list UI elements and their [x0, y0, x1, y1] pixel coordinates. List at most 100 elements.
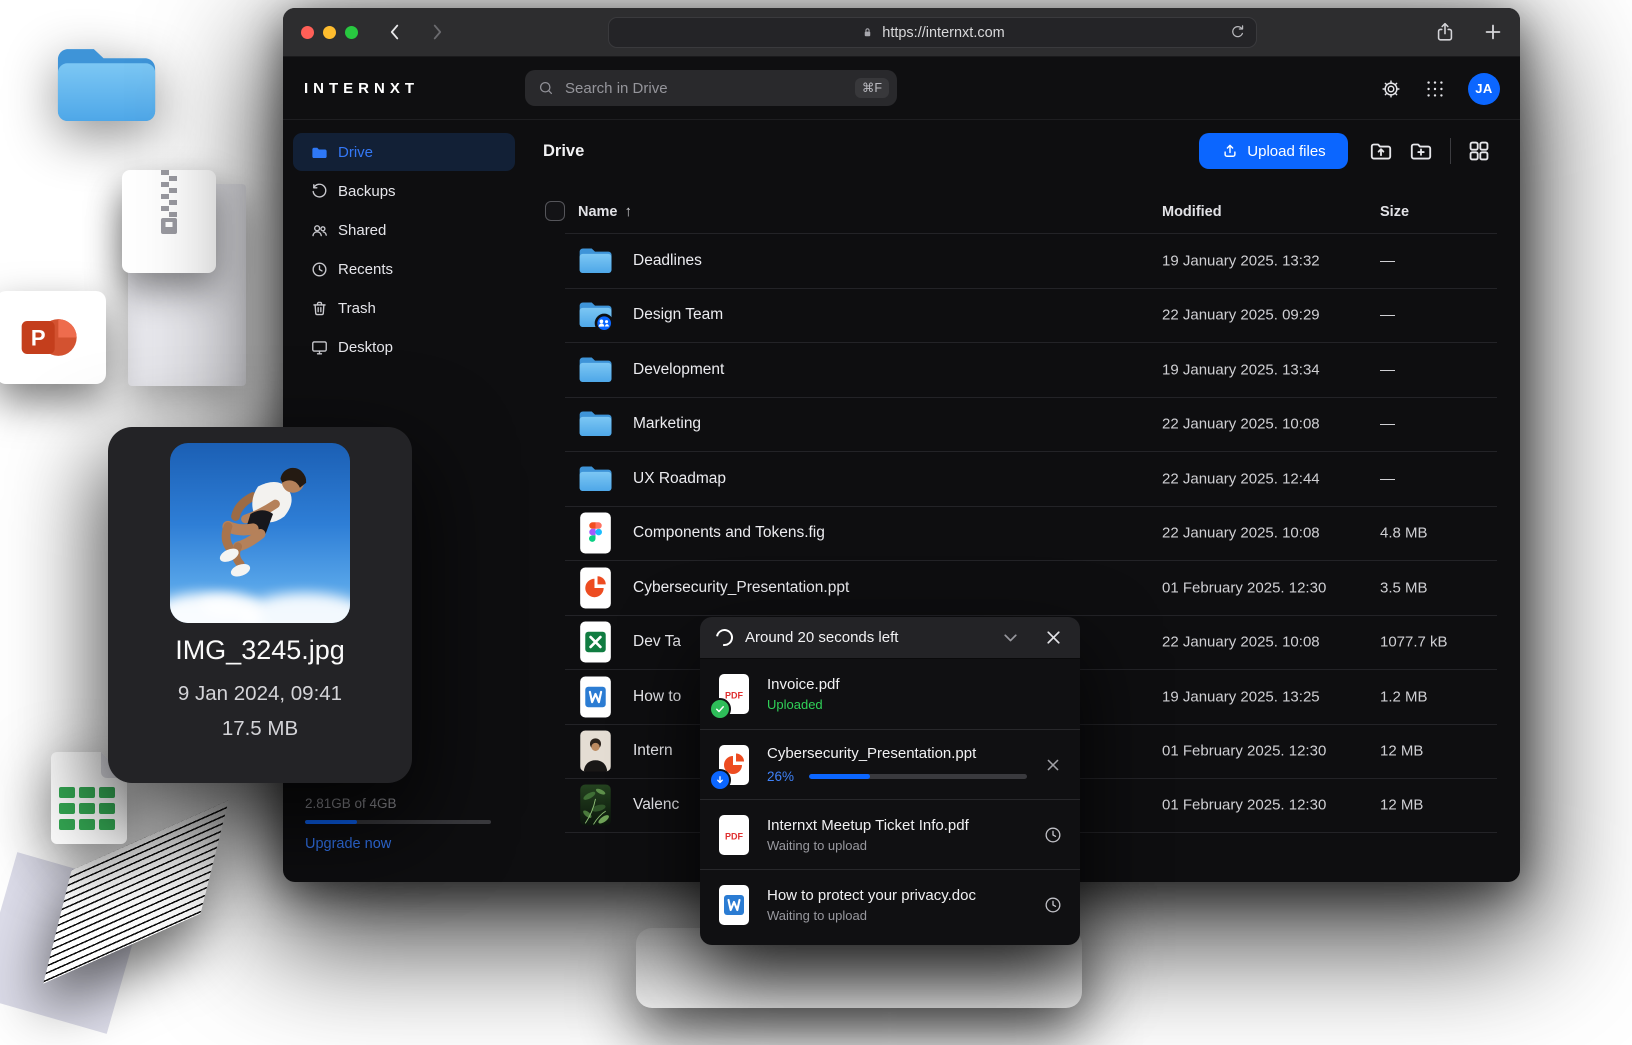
cancel-upload-icon[interactable] — [1043, 755, 1063, 775]
sidebar-item-icon — [310, 143, 329, 162]
column-header-size[interactable]: Size — [1380, 190, 1409, 233]
sidebar-item-icon — [310, 182, 329, 201]
table-row[interactable]: Cybersecurity_Presentation.ppt 01 Februa… — [565, 560, 1497, 615]
preview-filename: IMG_3245.jpg — [108, 635, 412, 666]
decorative-folder-icon — [55, 33, 161, 130]
file-modified: 01 February 2025. 12:30 — [1162, 743, 1326, 760]
search-input[interactable]: ⌘F — [525, 70, 897, 106]
file-size: 12 MB — [1380, 743, 1423, 760]
upload-progress-row: 26% — [767, 769, 1027, 784]
file-modified: 01 February 2025. 12:30 — [1162, 579, 1326, 596]
upload-item: Internxt Meetup Ticket Info.pdf Waiting … — [700, 799, 1080, 869]
grid-view-icon[interactable] — [1466, 138, 1492, 164]
spinner-icon — [713, 626, 737, 650]
upload-icon — [1221, 142, 1239, 160]
file-type-icon — [577, 674, 614, 719]
upgrade-link[interactable]: Upgrade now — [305, 836, 491, 852]
file-size: — — [1380, 307, 1395, 324]
sidebar-item-icon — [310, 260, 329, 279]
table-row[interactable]: UX Roadmap 22 January 2025. 12:44 — — [565, 451, 1497, 506]
file-type-icon — [577, 729, 614, 774]
column-header-name[interactable]: Name ↑ — [578, 190, 632, 233]
search-field[interactable] — [563, 79, 847, 98]
sidebar-item[interactable]: Drive — [293, 133, 515, 171]
traffic-light-minimize[interactable] — [323, 26, 336, 39]
upload-item-icon — [716, 672, 752, 716]
apps-grid-icon[interactable] — [1424, 78, 1446, 100]
sidebar-item-label: Drive — [338, 144, 373, 161]
address-bar[interactable]: https://internxt.com — [608, 17, 1257, 48]
file-size: 3.5 MB — [1380, 579, 1428, 596]
select-all-checkbox[interactable] — [545, 201, 565, 221]
close-icon[interactable] — [1043, 627, 1064, 648]
sidebar-item-label: Desktop — [338, 339, 393, 356]
table-row[interactable]: Deadlines 19 January 2025. 13:32 — — [565, 233, 1497, 288]
traffic-light-zoom[interactable] — [345, 26, 358, 39]
forward-icon[interactable] — [426, 21, 448, 43]
file-size: — — [1380, 252, 1395, 269]
sidebar-item[interactable]: Trash — [293, 289, 515, 327]
upload-item-name: How to protect your privacy.doc — [767, 887, 1027, 904]
file-type-icon — [577, 565, 614, 610]
sidebar-item[interactable]: Shared — [293, 211, 515, 249]
upload-folder-icon[interactable] — [1368, 138, 1394, 164]
upload-files-button[interactable]: Upload files — [1199, 133, 1348, 169]
file-type-icon — [577, 402, 614, 447]
file-name: Development — [633, 361, 724, 379]
file-name: How to — [633, 688, 681, 706]
sidebar-item[interactable]: Recents — [293, 250, 515, 288]
share-icon[interactable] — [1434, 21, 1456, 43]
upload-item-icon — [716, 743, 752, 787]
settings-gear-icon[interactable] — [1380, 78, 1402, 100]
sidebar-item-icon — [310, 338, 329, 357]
file-name: Deadlines — [633, 252, 702, 270]
table-row[interactable]: Components and Tokens.fig 22 January 202… — [565, 506, 1497, 561]
file-type-icon — [577, 456, 614, 501]
search-icon — [537, 79, 555, 97]
avatar[interactable]: JA — [1468, 73, 1500, 105]
new-folder-icon[interactable] — [1408, 138, 1434, 164]
upload-files-label: Upload files — [1247, 143, 1325, 160]
browser-chrome: https://internxt.com — [283, 8, 1520, 57]
file-size: 4.8 MB — [1380, 525, 1428, 542]
sidebar-item[interactable]: Desktop — [293, 328, 515, 366]
file-type-icon — [577, 783, 614, 828]
file-size: 12 MB — [1380, 797, 1423, 814]
back-icon[interactable] — [384, 21, 406, 43]
file-type-icon — [577, 347, 614, 392]
table-row[interactable]: Design Team 22 January 2025. 09:29 — — [565, 288, 1497, 343]
file-name: Marketing — [633, 415, 701, 433]
table-row[interactable]: Development 19 January 2025. 13:34 — — [565, 342, 1497, 397]
popup-status-text: Around 20 seconds left — [745, 629, 988, 646]
sidebar-item[interactable]: Backups — [293, 172, 515, 210]
upload-progress-bar — [809, 774, 1027, 779]
file-modified: 19 January 2025. 13:34 — [1162, 361, 1320, 378]
table-row[interactable]: Marketing 22 January 2025. 10:08 — — [565, 397, 1497, 452]
file-modified: 22 January 2025. 09:29 — [1162, 307, 1320, 324]
column-header-modified[interactable]: Modified — [1162, 190, 1222, 233]
file-modified: 22 January 2025. 10:08 — [1162, 525, 1320, 542]
preview-photo — [170, 443, 350, 623]
chevron-down-icon[interactable] — [1000, 627, 1021, 648]
reload-icon[interactable] — [1228, 23, 1247, 42]
file-modified: 22 January 2025. 10:08 — [1162, 416, 1320, 433]
traffic-light-close[interactable] — [301, 26, 314, 39]
decorative-powerpoint-icon: P — [0, 291, 106, 384]
sidebar-item-icon — [310, 299, 329, 318]
file-size: — — [1380, 470, 1395, 487]
preview-size: 17.5 MB — [108, 717, 412, 741]
lock-icon — [860, 25, 875, 40]
new-tab-icon[interactable] — [1482, 21, 1504, 43]
file-modified: 22 January 2025. 12:44 — [1162, 470, 1320, 487]
upload-item-icon — [716, 883, 752, 927]
upload-item-name: Cybersecurity_Presentation.ppt — [767, 745, 1027, 762]
file-size: 1.2 MB — [1380, 688, 1428, 705]
upload-progress-fill — [809, 774, 870, 779]
app-header: INTERNXT ⌘F JA — [283, 57, 1520, 120]
file-size: — — [1380, 416, 1395, 433]
upload-item-name: Invoice.pdf — [767, 676, 1027, 693]
file-name: Components and Tokens.fig — [633, 524, 825, 542]
file-type-icon — [577, 620, 614, 665]
popup-header: Around 20 seconds left — [700, 617, 1080, 659]
storage-progress-fill — [305, 820, 357, 824]
